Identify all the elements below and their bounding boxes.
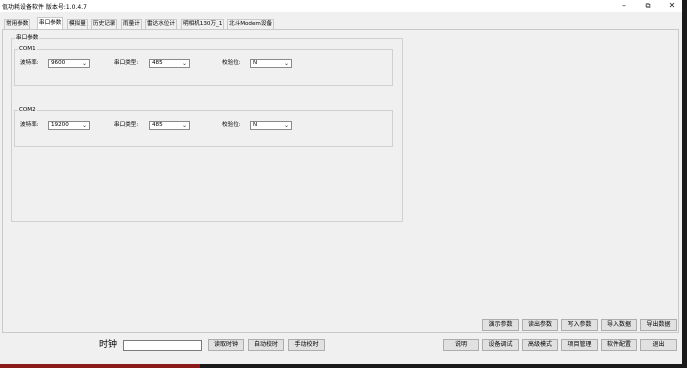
software-config-button[interactable]: 软件配置 — [601, 339, 637, 351]
com1-type-select[interactable]: 485 ⌄ — [149, 59, 190, 68]
com2-baud-label: 波特率: — [20, 122, 39, 128]
chevron-down-icon: ⌄ — [181, 122, 188, 129]
window-title: 佤功耗设备软件 版本号:1.0.4.7 — [2, 4, 87, 11]
com2-baud-select[interactable]: 19200 ⌄ — [48, 121, 90, 130]
serial-params-panel: 串口参数 COM1 波特率: 9600 ⌄ 串口类型: 485 ⌄ 校验位: N… — [2, 29, 679, 333]
com2-type-select[interactable]: 485 ⌄ — [149, 121, 190, 130]
com2-title: COM2 — [18, 107, 37, 114]
com2-parity-value: N — [253, 122, 258, 128]
com1-type-label: 串口类型: — [114, 60, 139, 66]
com1-type-value: 485 — [152, 60, 163, 66]
chevron-down-icon: ⌄ — [283, 60, 290, 67]
exit-button[interactable]: 退出 — [640, 339, 677, 351]
minimize-icon[interactable]: – — [612, 0, 636, 12]
com1-title: COM1 — [18, 46, 37, 53]
com1-parity-select[interactable]: N ⌄ — [250, 59, 292, 68]
com1-baud-select[interactable]: 9600 ⌄ — [48, 59, 90, 68]
read-params-button[interactable]: 读出参数 — [522, 319, 558, 331]
chevron-down-icon: ⌄ — [283, 122, 290, 129]
com1-baud-label: 波特率: — [20, 60, 39, 66]
auto-sync-button[interactable]: 自动校时 — [248, 339, 284, 351]
com2-type-label: 串口类型: — [114, 122, 139, 128]
project-manage-button[interactable]: 项目管理 — [561, 339, 598, 351]
com2-parity-label: 校验位: — [222, 122, 241, 128]
title-bar: 佤功耗设备软件 版本号:1.0.4.7 – ⧉ ✕ — [0, 0, 682, 12]
tab-analog[interactable]: 模拟量 — [67, 19, 88, 29]
help-button[interactable]: 说明 — [443, 339, 479, 351]
com1-parity-label: 校验位: — [222, 60, 241, 66]
chevron-down-icon: ⌄ — [81, 122, 88, 129]
maximize-icon[interactable]: ⧉ — [636, 0, 660, 12]
serial-params-group: 串口参数 COM1 波特率: 9600 ⌄ 串口类型: 485 ⌄ 校验位: N… — [11, 35, 403, 222]
app-window: 佤功耗设备软件 版本号:1.0.4.7 – ⧉ ✕ 常用参数 串口参数 模拟量 … — [0, 0, 682, 364]
com2-parity-select[interactable]: N ⌄ — [250, 121, 292, 130]
clock-input[interactable] — [123, 340, 202, 351]
demo-params-button[interactable]: 演示参数 — [482, 319, 519, 331]
chevron-down-icon: ⌄ — [81, 60, 88, 67]
tab-beidou-modem[interactable]: 北斗Modem设备 — [227, 19, 275, 29]
taskbar-edge — [0, 364, 687, 368]
taskbar-accent — [0, 364, 200, 368]
serial-params-group-title: 串口参数 — [15, 35, 40, 42]
tab-rain-gauge[interactable]: 雨量计 — [121, 19, 142, 29]
write-params-button[interactable]: 写入参数 — [561, 319, 598, 331]
com1-baud-value: 9600 — [51, 60, 66, 66]
export-data-button[interactable]: 导出数据 — [640, 319, 677, 331]
tab-common-params[interactable]: 常用参数 — [4, 19, 31, 29]
read-clock-button[interactable]: 读取时钟 — [208, 339, 244, 351]
desktop-edge-right — [682, 0, 687, 368]
close-icon[interactable]: ✕ — [660, 0, 684, 12]
com2-group: COM2 波特率: 19200 ⌄ 串口类型: 485 ⌄ 校验位: N ⌄ — [14, 107, 393, 147]
tab-serial-params[interactable]: 串口参数 — [37, 17, 64, 29]
com1-parity-value: N — [253, 60, 258, 66]
clock-label: 时钟 — [99, 340, 118, 350]
device-debug-button[interactable]: 设备调试 — [482, 339, 519, 351]
import-data-button[interactable]: 导入数据 — [601, 319, 637, 331]
tab-camera[interactable]: 明相机130万_1 — [181, 19, 225, 29]
com2-type-value: 485 — [152, 122, 163, 128]
advanced-mode-button[interactable]: 高级模式 — [522, 339, 558, 351]
tab-history[interactable]: 历史记录 — [91, 19, 118, 29]
tab-strip: 常用参数 串口参数 模拟量 历史记录 雨量计 雷达水位计 明相机130万_1 北… — [0, 17, 682, 29]
chevron-down-icon: ⌄ — [181, 60, 188, 67]
manual-sync-button[interactable]: 手动校时 — [288, 339, 325, 351]
com2-baud-value: 19200 — [51, 122, 69, 128]
tab-radar-level[interactable]: 雷达水位计 — [145, 19, 177, 29]
com1-group: COM1 波特率: 9600 ⌄ 串口类型: 485 ⌄ 校验位: N ⌄ — [14, 46, 393, 86]
